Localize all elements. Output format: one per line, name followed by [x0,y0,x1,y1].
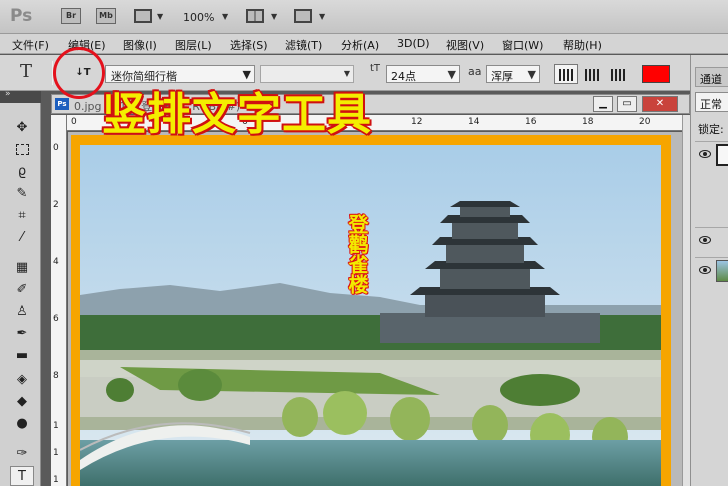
antialias-value: 浑厚 [491,70,513,83]
layers-panel: 通道 正常 锁定: [690,55,728,486]
ruler-label: 6 [53,314,59,324]
chevron-down-icon: ▼ [343,69,350,78]
vertical-ruler: 0 2 4 6 8 1 1 1 [51,115,67,486]
eye-icon[interactable] [699,236,711,244]
film-strip-icon[interactable] [134,9,152,23]
chevron-down-icon: ▼ [447,68,456,81]
healing-tool-icon[interactable]: ▦ [10,258,34,278]
marquee-tool-icon[interactable] [10,140,34,160]
annotation-title: 竖排文字工具 [102,89,372,140]
align-top-button[interactable] [554,64,578,84]
align-center-icon [585,69,601,81]
move-tool-icon[interactable]: ✥ [10,118,34,138]
layer-thumbnail [716,144,728,166]
vertical-text-layer[interactable]: 登鹳雀楼 [343,214,371,294]
eyedropper-tool-icon[interactable]: ⁄ [10,228,34,248]
menu-filter[interactable]: 滤镜(T) [285,37,322,53]
collapse-icon[interactable]: » [5,89,11,99]
chevron-down-icon: ▼ [527,68,536,81]
ruler-label: 0 [53,143,59,153]
close-button[interactable]: ✕ [642,96,678,112]
menu-3d[interactable]: 3D(D) [397,37,430,50]
crop-tool-icon[interactable]: ⌗ [10,206,34,226]
toolbox: » ✥ ϱ ✎ ⌗ ⁄ ▦ ✐ ♙ ✒ ▬ ◈ ◆ ● ✑ T [0,89,41,486]
layer-row[interactable] [695,141,728,167]
vertical-scrollbar[interactable] [682,115,690,486]
blend-mode-value: 正常 [700,98,722,111]
eye-icon[interactable] [699,266,711,274]
text-color-swatch[interactable] [642,65,670,83]
chevron-down-icon[interactable]: ▼ [157,12,163,21]
vertical-text-content: 登鹳雀楼 [345,214,369,294]
menu-window[interactable]: 窗口(W) [502,37,543,53]
tower-landscape-image [80,145,661,486]
menu-view[interactable]: 视图(V) [446,37,484,53]
ruler-label: 20 [639,117,651,127]
font-size-icon: tT [370,63,381,74]
ruler-label: 1 [53,475,59,485]
menu-layer[interactable]: 图层(L) [175,37,212,53]
menu-file[interactable]: 文件(F) [12,37,49,53]
eye-icon[interactable] [699,150,711,158]
align-bottom-icon [611,69,627,81]
ruler-label: 1 [53,448,59,458]
ruler-label: 2 [53,200,59,210]
ruler-label: 18 [582,117,594,127]
arrange-chevron-icon[interactable]: ▼ [271,12,277,21]
history-brush-tool-icon[interactable]: ✒ [10,324,34,344]
align-center-button[interactable] [580,64,604,84]
application-bar: Ps Br Mb ▼ 100% ▼ ▼ ▼ [0,0,728,34]
antialias-select[interactable]: 浑厚 ▼ [486,65,540,83]
screen-mode-icon[interactable] [294,9,312,23]
ruler-label: 16 [525,117,537,127]
photoshop-logo: Ps [10,6,33,26]
menu-select[interactable]: 选择(S) [230,37,268,53]
ruler-label: 14 [468,117,480,127]
arrange-documents-icon[interactable] [246,9,264,23]
ruler-label: 12 [411,117,423,127]
zoom-chevron-icon[interactable]: ▼ [222,12,228,21]
canvas-photo[interactable] [80,145,661,486]
stamp-tool-icon[interactable]: ♙ [10,302,34,322]
ruler-label: 8 [53,371,59,381]
align-top-icon [559,69,575,81]
antialias-icon: aa [468,65,482,78]
menu-bar: 文件(F) 编辑(E) 图像(I) 图层(L) 选择(S) 滤镜(T) 分析(A… [0,34,728,54]
channels-tab-label: 通道 [700,73,722,86]
layer-row[interactable] [695,227,728,253]
mini-bridge-button[interactable]: Mb [96,8,116,24]
brush-tool-icon[interactable]: ✐ [10,280,34,300]
minimize-button[interactable]: ▁ [593,96,613,112]
dodge-tool-icon[interactable]: ● [10,414,34,434]
lasso-tool-icon[interactable]: ϱ [10,162,34,182]
layer-thumbnail [716,260,728,282]
menu-image[interactable]: 图像(I) [123,37,157,53]
menu-analysis[interactable]: 分析(A) [341,37,379,53]
eraser-tool-icon[interactable]: ▬ [10,346,34,366]
paint-bucket-tool-icon[interactable]: ◈ [10,370,34,390]
screen-mode-chevron-icon[interactable]: ▼ [319,12,325,21]
type-tool-preset-icon[interactable]: T [20,61,32,82]
ruler-label: 0 [71,117,77,127]
font-size-select[interactable]: 24点 ▼ [386,65,460,83]
pen-tool-icon[interactable]: ✑ [10,444,34,464]
bridge-button[interactable]: Br [61,8,81,24]
toolbox-header[interactable]: » [0,89,41,103]
highlight-circle [53,47,105,99]
blur-tool-icon[interactable]: ◆ [10,392,34,412]
font-size-value: 24点 [391,70,416,83]
channels-tab[interactable]: 通道 [695,67,728,87]
align-bottom-button[interactable] [606,64,630,84]
type-tool-icon[interactable]: T [10,466,34,486]
lock-label: 锁定: [698,123,724,136]
maximize-button[interactable]: ▭ [617,96,637,112]
quick-select-tool-icon[interactable]: ✎ [10,184,34,204]
ruler-label: 1 [53,421,59,431]
menu-help[interactable]: 帮助(H) [563,37,602,53]
ps-document-icon: Ps [55,98,69,110]
ruler-label: 4 [53,257,59,267]
zoom-level[interactable]: 100% [183,11,214,24]
blend-mode-select[interactable]: 正常 [695,92,728,112]
layer-row[interactable] [695,257,728,283]
